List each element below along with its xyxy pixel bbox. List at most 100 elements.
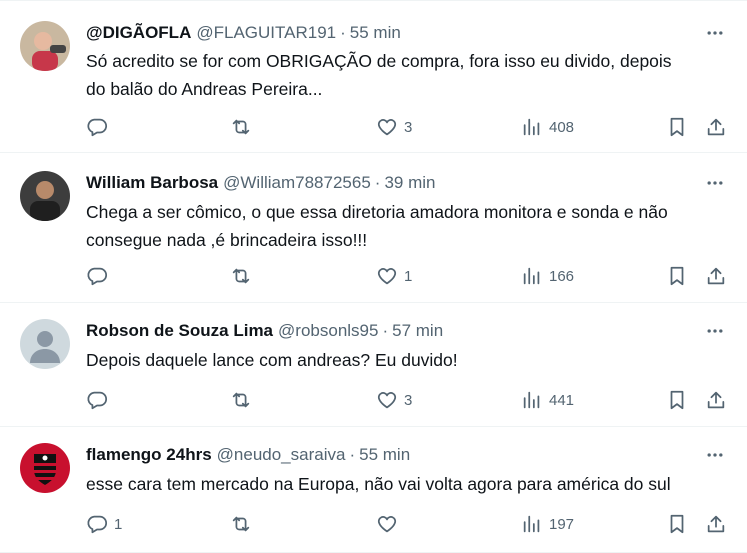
avatar[interactable]	[20, 443, 70, 493]
bookmark-icon	[670, 117, 684, 137]
reply-icon	[87, 515, 108, 534]
tweet-header: @DIGÃOFLA @FLAGUITAR191 · 55 min	[86, 21, 401, 45]
tweet-text-line: esse cara tem mercado na Europa, não vai…	[86, 474, 671, 494]
reply-button[interactable]	[86, 115, 114, 139]
bookmark-button[interactable]	[666, 388, 688, 412]
more-options-icon[interactable]	[703, 443, 727, 467]
views-icon	[523, 267, 540, 285]
more-options-icon[interactable]	[703, 319, 727, 343]
tweet-text-line: Chega a ser cômico, o que essa diretoria…	[86, 202, 668, 222]
like-button[interactable]: 3	[376, 388, 412, 412]
tweet-text: Chega a ser cômico, o que essa diretoria…	[86, 198, 731, 254]
views-icon	[523, 391, 540, 409]
tweet[interactable]: @DIGÃOFLA @FLAGUITAR191 · 55 min Só acre…	[0, 1, 747, 153]
user-handle[interactable]: @neudo_saraiva	[217, 445, 346, 465]
reply-button[interactable]	[86, 388, 114, 412]
retweet-icon	[232, 268, 250, 284]
retweet-button[interactable]	[230, 512, 258, 536]
like-count: 3	[404, 391, 413, 409]
timestamp[interactable]: 57 min	[392, 321, 443, 341]
display-name[interactable]: flamengo 24hrs	[86, 445, 212, 465]
reply-icon	[87, 267, 108, 286]
share-icon	[707, 267, 725, 285]
avatar[interactable]	[20, 21, 70, 71]
like-button[interactable]	[376, 512, 404, 536]
retweet-button[interactable]	[230, 115, 258, 139]
bookmark-icon	[670, 266, 684, 286]
tweet-text: esse cara tem mercado na Europa, não vai…	[86, 470, 731, 498]
tweet-text: Só acredito se for com OBRIGAÇÃO de comp…	[86, 47, 731, 103]
tweet-text-line: do balão do Andreas Pereira...	[86, 79, 323, 99]
like-button[interactable]: 3	[376, 115, 412, 139]
tweet-header: Robson de Souza Lima @robsonls95 · 57 mi…	[86, 319, 443, 343]
heart-icon	[377, 516, 397, 533]
more-options-icon[interactable]	[703, 21, 727, 45]
view-count: 408	[549, 118, 575, 136]
reply-icon	[87, 118, 108, 137]
tweet-text: Depois daquele lance com andreas? Eu duv…	[86, 346, 731, 374]
bookmark-icon	[670, 390, 684, 410]
tweet-text-line: Só acredito se for com OBRIGAÇÃO de comp…	[86, 51, 672, 71]
user-handle[interactable]: @William78872565	[223, 173, 371, 193]
display-name[interactable]: William Barbosa	[86, 173, 218, 193]
views-button[interactable]: 408	[521, 115, 574, 139]
user-handle[interactable]: @FLAGUITAR191	[196, 23, 336, 43]
view-count: 197	[549, 515, 575, 533]
timestamp[interactable]: 55 min	[359, 445, 410, 465]
display-name[interactable]: Robson de Souza Lima	[86, 321, 273, 341]
avatar[interactable]	[20, 171, 70, 221]
views-button[interactable]: 441	[521, 388, 574, 412]
tweet-text-line: consegue nada ,é brincadeira isso!!!	[86, 230, 368, 250]
tweet[interactable]: flamengo 24hrs @neudo_saraiva · 55 min e…	[0, 427, 747, 553]
tweet-header: flamengo 24hrs @neudo_saraiva · 55 min	[86, 443, 410, 467]
share-button[interactable]	[705, 388, 727, 412]
timestamp[interactable]: 55 min	[350, 23, 401, 43]
views-icon	[523, 118, 540, 136]
share-icon	[707, 118, 725, 136]
bookmark-button[interactable]	[666, 264, 688, 288]
retweet-button[interactable]	[230, 264, 258, 288]
like-button[interactable]: 1	[376, 264, 412, 288]
more-options-icon[interactable]	[703, 171, 727, 195]
heart-icon	[377, 119, 397, 136]
bookmark-button[interactable]	[666, 512, 688, 536]
like-count: 3	[404, 118, 413, 136]
heart-icon	[377, 268, 397, 285]
share-icon	[707, 515, 725, 533]
timestamp[interactable]: 39 min	[384, 173, 435, 193]
reply-icon	[87, 391, 108, 410]
separator: ·	[374, 173, 381, 192]
views-icon	[523, 515, 540, 533]
share-button[interactable]	[705, 115, 727, 139]
bookmark-icon	[670, 514, 684, 534]
retweet-icon	[232, 119, 250, 135]
reply-feed: @DIGÃOFLA @FLAGUITAR191 · 55 min Só acre…	[0, 0, 747, 553]
avatar[interactable]	[20, 319, 70, 369]
share-button[interactable]	[705, 264, 727, 288]
share-icon	[707, 391, 725, 409]
action-bar: 1 197	[0, 512, 747, 536]
like-count: 1	[404, 267, 413, 285]
action-bar: 1 166	[0, 264, 747, 288]
tweet[interactable]: Robson de Souza Lima @robsonls95 · 57 mi…	[0, 303, 747, 427]
share-button[interactable]	[705, 512, 727, 536]
retweet-icon	[232, 516, 250, 532]
reply-button[interactable]: 1	[86, 512, 122, 536]
user-handle[interactable]: @robsonls95	[278, 321, 378, 341]
tweet-header: William Barbosa @William78872565 · 39 mi…	[86, 171, 435, 195]
bookmark-button[interactable]	[666, 115, 688, 139]
separator: ·	[349, 445, 356, 464]
view-count: 441	[549, 391, 575, 409]
tweet[interactable]: William Barbosa @William78872565 · 39 mi…	[0, 153, 747, 303]
separator: ·	[340, 23, 346, 42]
views-button[interactable]: 166	[521, 264, 574, 288]
tweet-text-line: Depois daquele lance com andreas? Eu duv…	[86, 350, 458, 370]
reply-button[interactable]	[86, 264, 114, 288]
retweet-icon	[232, 392, 250, 408]
views-button[interactable]: 197	[521, 512, 574, 536]
display-name[interactable]: @DIGÃOFLA	[86, 23, 191, 43]
heart-icon	[377, 392, 397, 409]
separator: ·	[382, 321, 389, 340]
action-bar: 3 441	[0, 388, 747, 412]
retweet-button[interactable]	[230, 388, 258, 412]
